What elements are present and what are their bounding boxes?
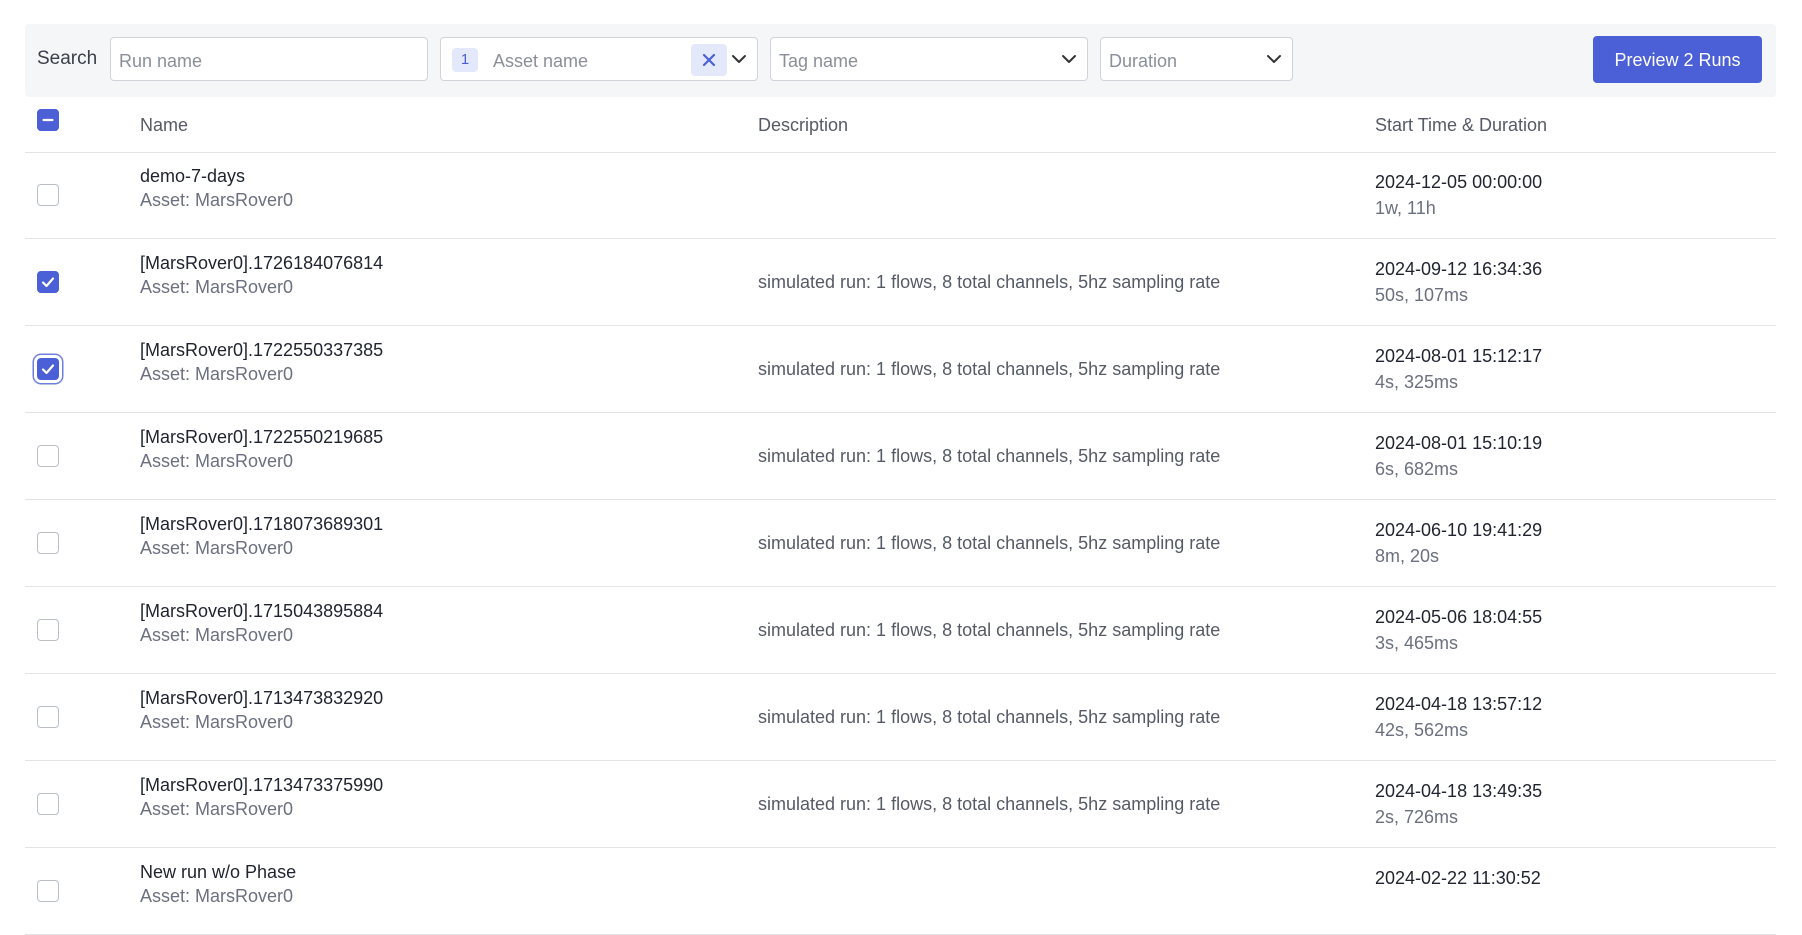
row-checkbox[interactable] [37, 532, 59, 554]
run-description: simulated run: 1 flows, 8 total channels… [758, 359, 1221, 379]
run-start-time: 2024-12-05 00:00:00 [1375, 172, 1543, 192]
run-duration: 4s, 325ms [1375, 372, 1459, 392]
run-asset: Asset: MarsRover0 [140, 886, 294, 906]
run-duration: 42s, 562ms [1375, 720, 1469, 740]
asset-count-badge: 1 [452, 48, 478, 72]
table-row[interactable]: [MarsRover0].1713473832920 Asset: MarsRov… [25, 674, 1776, 761]
table-row[interactable]: [MarsRover0].1722550337385 Asset: MarsRov… [25, 326, 1776, 413]
row-checkbox[interactable] [37, 358, 59, 380]
run-asset: Asset: MarsRover0 [140, 625, 294, 645]
run-description: simulated run: 1 flows, 8 total channels… [758, 272, 1221, 292]
run-asset: Asset: MarsRover0 [140, 364, 294, 384]
run-description: simulated run: 1 flows, 8 total channels… [758, 707, 1221, 727]
run-asset: Asset: MarsRover0 [140, 190, 294, 210]
column-header-start-time[interactable]: Start Time & Duration [1375, 115, 1547, 136]
row-checkbox[interactable] [37, 184, 59, 206]
column-header-description[interactable]: Description [758, 115, 848, 136]
run-name-input[interactable]: Run name [110, 37, 428, 81]
run-asset: Asset: MarsRover0 [140, 799, 294, 819]
filter-toolbar: Search Run name 1 Asset name Tag name Du… [25, 24, 1776, 97]
run-name: [MarsRover0].1726184076814 [140, 253, 384, 273]
preview-runs-button[interactable]: Preview 2 Runs [1593, 36, 1762, 83]
run-name: New run w/o Phase [140, 862, 297, 882]
row-checkbox[interactable] [37, 619, 59, 641]
run-name: [MarsRover0].1713473375990 [140, 775, 384, 795]
run-start-time: 2024-05-06 18:04:55 [1375, 607, 1543, 627]
run-name: [MarsRover0].1722550337385 [140, 340, 384, 360]
table-row[interactable]: [MarsRover0].1726184076814 Asset: MarsRov… [25, 239, 1776, 326]
run-duration: 2s, 726ms [1375, 807, 1459, 827]
close-icon [702, 53, 716, 67]
run-duration: 1w, 11h [1375, 198, 1436, 218]
clear-asset-button[interactable] [691, 44, 727, 76]
row-checkbox[interactable] [37, 793, 59, 815]
run-start-time: 2024-09-12 16:34:36 [1375, 259, 1543, 279]
checkmark-icon [41, 277, 55, 288]
table-row[interactable]: [MarsRover0].1713473375990 Asset: MarsRov… [25, 761, 1776, 848]
chevron-down-icon[interactable] [1061, 54, 1077, 64]
table-row[interactable]: [MarsRover0].1722550219685 Asset: MarsRov… [25, 413, 1776, 500]
duration-select[interactable]: Duration [1100, 37, 1293, 81]
table-row[interactable]: New run w/o Phase Asset: MarsRover0 2024-0… [25, 848, 1776, 935]
table-row[interactable]: demo-7-days Asset: MarsRover0 2024-12-05 0… [25, 152, 1776, 239]
run-name: [MarsRover0].1715043895884 [140, 601, 384, 621]
run-description: simulated run: 1 flows, 8 total channels… [758, 446, 1221, 466]
run-start-time: 2024-06-10 19:41:29 [1375, 520, 1543, 540]
run-description: simulated run: 1 flows, 8 total channels… [758, 794, 1221, 814]
run-asset: Asset: MarsRover0 [140, 451, 294, 471]
run-asset: Asset: MarsRover0 [140, 712, 294, 732]
run-name: demo-7-days [140, 166, 246, 186]
chevron-down-icon[interactable] [731, 54, 747, 64]
run-name: [MarsRover0].1722550219685 [140, 427, 384, 447]
checkmark-icon [41, 364, 55, 375]
run-asset: Asset: MarsRover0 [140, 538, 294, 558]
table-row[interactable]: [MarsRover0].1715043895884 Asset: MarsRov… [25, 587, 1776, 674]
run-start-time: 2024-04-18 13:49:35 [1375, 781, 1543, 801]
row-checkbox[interactable] [37, 445, 59, 467]
run-duration: 8m, 20s [1375, 546, 1440, 566]
run-start-time: 2024-08-01 15:12:17 [1375, 346, 1543, 366]
run-name: [MarsRover0].1713473832920 [140, 688, 384, 708]
run-name-placeholder: Run name [119, 51, 203, 71]
row-checkbox[interactable] [37, 880, 59, 902]
asset-name-placeholder: Asset name [493, 51, 589, 71]
select-all-checkbox[interactable] [37, 109, 59, 131]
tag-name-placeholder: Tag name [779, 51, 859, 71]
run-description: simulated run: 1 flows, 8 total channels… [758, 533, 1221, 553]
run-duration: 50s, 107ms [1375, 285, 1469, 305]
run-duration: 3s, 465ms [1375, 633, 1459, 653]
table-row[interactable]: [MarsRover0].1718073689301 Asset: MarsRov… [25, 500, 1776, 587]
run-name: [MarsRover0].1718073689301 [140, 514, 384, 534]
asset-name-select[interactable]: 1 Asset name [440, 37, 758, 81]
run-description: simulated run: 1 flows, 8 total channels… [758, 620, 1221, 640]
search-label: Search [37, 48, 98, 69]
table-header: Name Description Start Time & Duration [25, 97, 1776, 153]
run-duration: 6s, 682ms [1375, 459, 1459, 479]
run-start-time: 2024-08-01 15:10:19 [1375, 433, 1543, 453]
run-start-time: 2024-04-18 13:57:12 [1375, 694, 1543, 714]
duration-placeholder: Duration [1109, 51, 1178, 71]
row-checkbox[interactable] [37, 706, 59, 728]
run-start-time: 2024-02-22 11:30:52 [1375, 868, 1541, 888]
run-asset: Asset: MarsRover0 [140, 277, 294, 297]
chevron-down-icon[interactable] [1266, 54, 1282, 64]
row-checkbox[interactable] [37, 271, 59, 293]
column-header-name[interactable]: Name [140, 115, 188, 136]
tag-name-select[interactable]: Tag name [770, 37, 1088, 81]
minus-icon [42, 118, 54, 122]
